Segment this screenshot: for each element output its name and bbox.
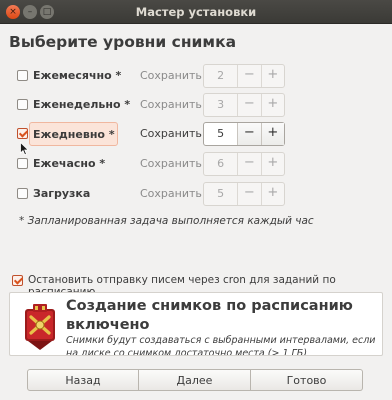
finish-button[interactable]: Готово (251, 369, 363, 391)
weekly-value[interactable]: 3 (204, 94, 237, 116)
monthly-spinner: 2 − + (203, 64, 285, 88)
weekly-save-label: Сохранить (140, 98, 202, 111)
hourly-spinner: 6 − + (203, 152, 285, 176)
weekly-label[interactable]: Еженедельно * (33, 98, 130, 111)
daily-label[interactable]: Ежедневно * (29, 122, 118, 146)
next-button[interactable]: Далее (139, 369, 251, 391)
boot-value[interactable]: 5 (204, 183, 237, 205)
hourly-value[interactable]: 6 (204, 153, 237, 175)
monthly-label[interactable]: Ежемесячно * (33, 69, 121, 82)
weekly-increment-button[interactable]: + (260, 94, 284, 116)
monthly-save-label: Сохранить (140, 69, 202, 82)
footer-bar: Назад Далее Готово (0, 361, 392, 400)
level-row-boot: Загрузка Сохранить 5 − + (0, 181, 392, 207)
back-button[interactable]: Назад (27, 369, 139, 391)
daily-value[interactable]: 5 (204, 123, 237, 145)
hourly-increment-button[interactable]: + (260, 153, 284, 175)
daily-decrement-button[interactable]: − (237, 123, 261, 145)
hourly-decrement-button[interactable]: − (237, 153, 260, 175)
boot-label[interactable]: Загрузка (33, 187, 90, 200)
daily-spinner: 5 − + (203, 122, 285, 146)
info-description: Снимки будут создаваться с выбранными ин… (66, 335, 376, 356)
monthly-increment-button[interactable]: + (260, 65, 284, 87)
schedule-note: * Запланированная задача выполняется каж… (19, 215, 314, 227)
boot-save-label: Сохранить (140, 187, 202, 200)
weekly-decrement-button[interactable]: − (237, 94, 260, 116)
level-row-hourly: Ежечасно * Сохранить 6 − + (0, 151, 392, 177)
page-title: Выберите уровни снимка (9, 33, 237, 51)
info-panel: Создание снимков по расписанию включено … (9, 292, 383, 356)
stop-email-checkbox[interactable] (12, 275, 23, 286)
boot-increment-button[interactable]: + (260, 183, 284, 205)
window-title: Мастер установки (135, 5, 257, 19)
hourly-label[interactable]: Ежечасно * (33, 157, 105, 170)
hourly-save-label: Сохранить (140, 157, 202, 170)
title-bar: × – □ Мастер установки (0, 0, 392, 24)
weekly-checkbox[interactable] (17, 99, 28, 110)
level-row-weekly: Еженедельно * Сохранить 3 − + (0, 92, 392, 118)
monthly-decrement-button[interactable]: − (237, 65, 260, 87)
monthly-value[interactable]: 2 (204, 65, 237, 87)
hourly-checkbox[interactable] (17, 158, 28, 169)
weekly-spinner: 3 − + (203, 93, 285, 117)
monthly-checkbox[interactable] (17, 70, 28, 81)
boot-decrement-button[interactable]: − (237, 183, 260, 205)
level-row-monthly: Ежемесячно * Сохранить 2 − + (0, 63, 392, 89)
daily-increment-button[interactable]: + (260, 123, 284, 145)
daily-checkbox[interactable] (17, 128, 28, 139)
boot-spinner: 5 − + (203, 182, 285, 206)
level-row-daily: Ежедневно * Сохранить 5 − + (0, 121, 392, 147)
boot-checkbox[interactable] (17, 188, 28, 199)
info-title: Создание снимков по расписанию включено (66, 298, 353, 333)
stop-email-row: Остановить отправку писем через cron для… (0, 272, 392, 298)
shield-crest-icon (22, 303, 58, 351)
daily-save-label: Сохранить (140, 127, 202, 140)
